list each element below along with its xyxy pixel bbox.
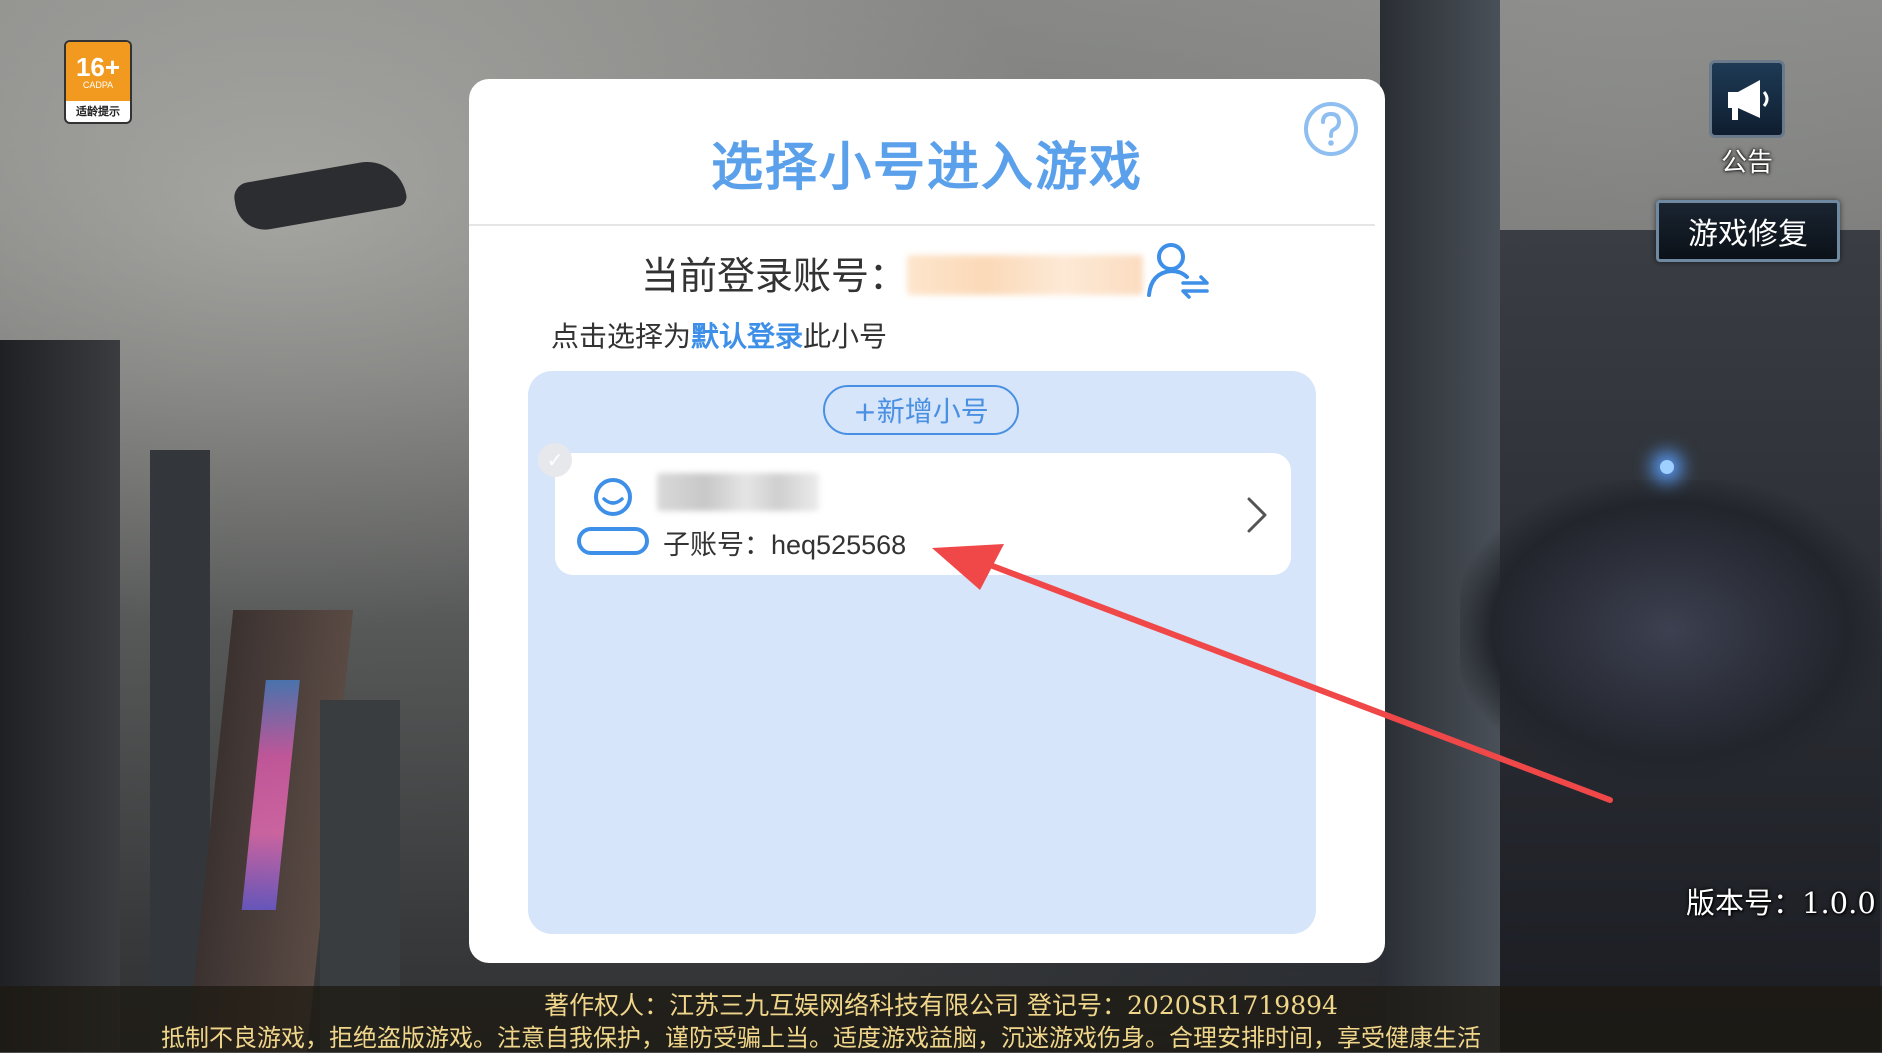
notice-button[interactable]: 公告 [1706,60,1788,179]
age-rating-org: CADPA [82,79,114,90]
hint-prefix: 点击选择为 [551,320,692,353]
current-account-value-redacted [907,255,1143,295]
sub-account-label: 子账号： [663,530,771,561]
city-tower [0,340,120,1052]
dialog-title: 选择小号进入游戏 [710,138,1143,198]
age-rating: 16+ [75,51,121,82]
notice-label: 公告 [1720,148,1773,178]
sub-account-name-redacted [657,473,819,511]
megaphone-icon [1709,60,1785,138]
footer-bar: 著作权人：江苏三九互娱网络科技有限公司 登记号：2020SR1719894 抵制… [0,986,1882,1052]
spaceship [1460,480,1880,780]
selection-check-icon[interactable]: ✓ [538,443,572,477]
age-rating-badge: 16+ CADPA 适龄提示 [64,40,132,124]
age-rating-tip: 适龄提示 [76,105,120,118]
city-tower [1380,0,1500,1052]
switch-user-icon[interactable] [1145,239,1211,299]
sub-account-list: +新增小号 子账号：heq525568 ✓ [528,371,1316,934]
sub-account-dialog: 选择小号进入游戏 当前登录账号： 点击选择为默认登录此小号 +新增小号 子账号：… [469,79,1385,963]
health-notice-text: 抵制不良游戏，拒绝盗版游戏。注意自我保护，谨防受骗上当。适度游戏益脑，沉迷游戏伤… [161,1024,1481,1052]
hint-emphasis: 默认登录 [691,320,804,353]
copyright-text: 著作权人：江苏三九互娱网络科技有限公司 登记号：2020SR1719894 [544,991,1338,1020]
ship-light [1660,460,1674,474]
version-text: 版本号：1.0.0 [1686,886,1876,920]
chevron-right-icon [1247,497,1267,533]
sub-account-id-value: heq525568 [771,530,907,560]
hint-suffix: 此小号 [803,320,888,353]
add-sub-account-button[interactable]: +新增小号 [823,385,1019,435]
question-icon[interactable] [1303,101,1359,157]
user-avatar-icon [577,478,649,555]
game-repair-button[interactable]: 游戏修复 [1656,200,1840,262]
sub-account-card[interactable]: 子账号：heq525568 [555,453,1291,575]
sub-account-id: 子账号：heq525568 [663,523,906,562]
current-account-label: 当前登录账号： [641,254,908,298]
default-login-hint: 点击选择为默认登录此小号 [551,315,887,355]
title-divider [469,224,1375,226]
